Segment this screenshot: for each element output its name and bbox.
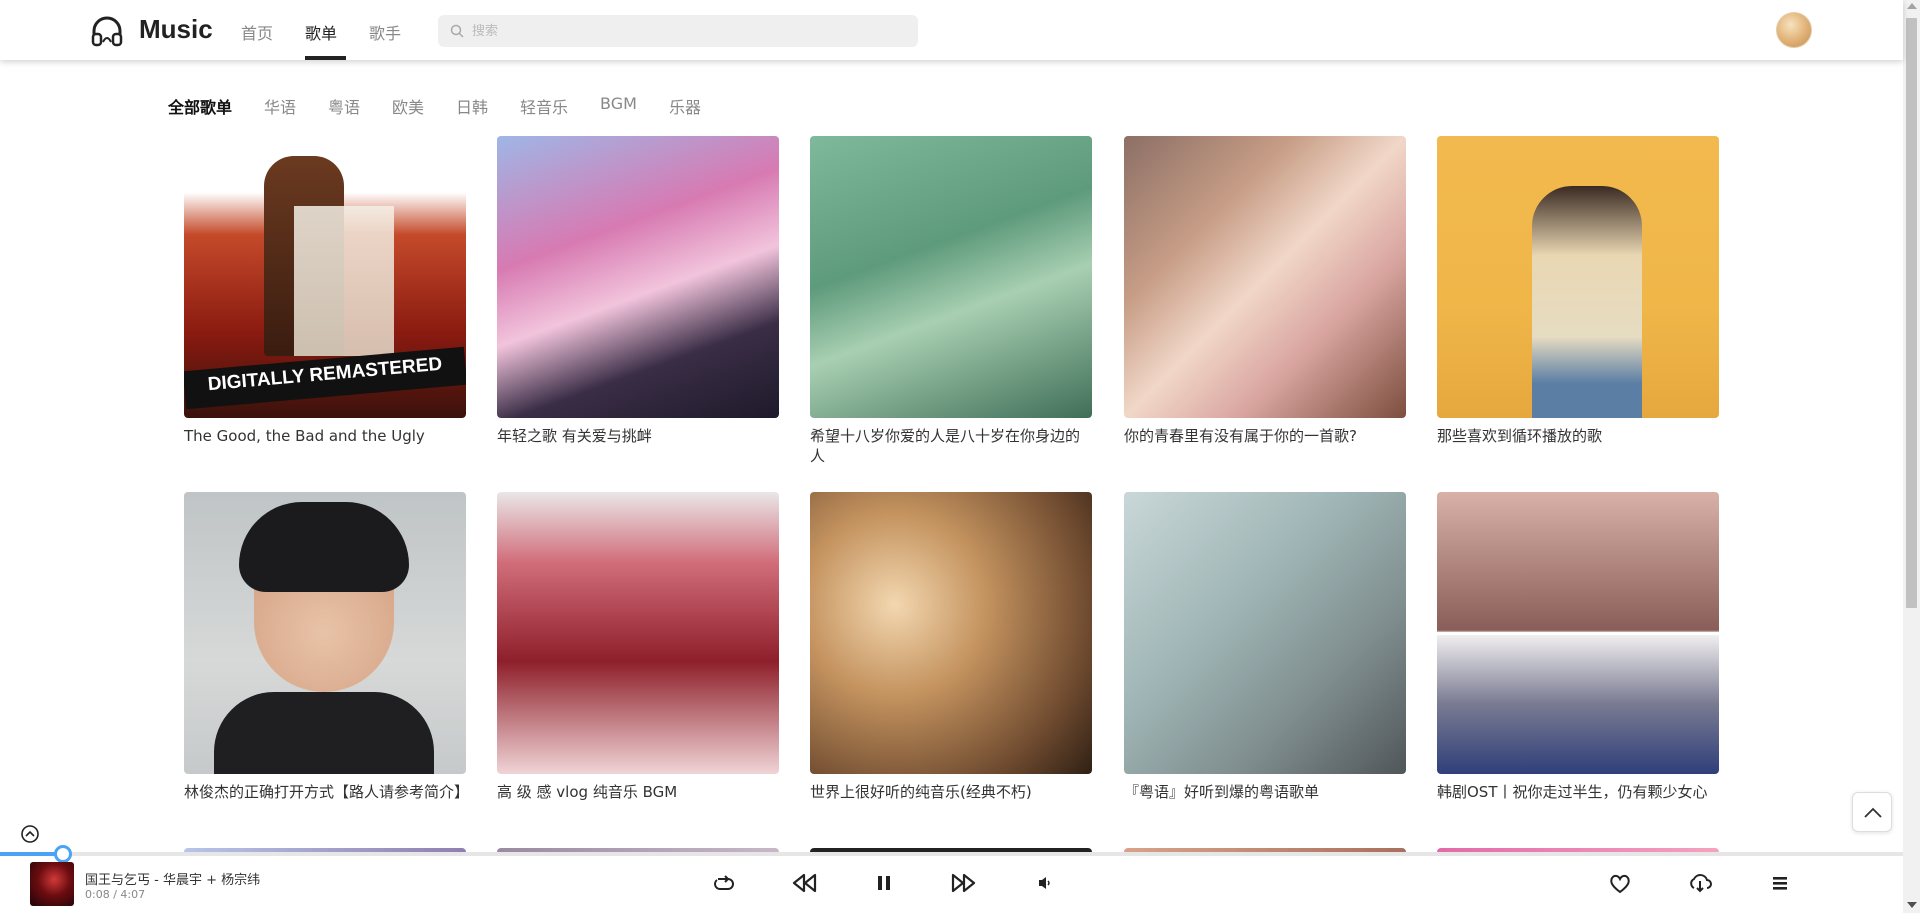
playlist-title[interactable]: 林俊杰的正确打开方式【路人请参考简介】	[184, 782, 469, 802]
playlist-title[interactable]: 希望十八岁你爱的人是八十岁在你身边的人	[810, 426, 1092, 466]
pause-icon	[878, 876, 890, 890]
category-instrument[interactable]: 乐器	[669, 94, 701, 118]
volume-icon	[1039, 877, 1050, 889]
playlist-card[interactable]: 你的青春里有没有属于你的一首歌?	[1124, 136, 1406, 446]
nav-active-indicator	[305, 56, 346, 60]
playlist-card[interactable]: 高 级 感 vlog 纯音乐 BGM	[497, 492, 779, 802]
playlist-title[interactable]: 那些喜欢到循环播放的歌	[1437, 426, 1719, 446]
heart-icon	[1610, 874, 1630, 894]
category-cantonese[interactable]: 粤语	[328, 94, 360, 118]
playlist-card[interactable]: DIGITALLY REMASTERED The Good, the Bad a…	[184, 136, 466, 446]
scroll-up-arrow-icon[interactable]	[1907, 3, 1917, 9]
logo-text: Music	[139, 14, 213, 44]
playlist-button[interactable]	[1766, 869, 1794, 897]
pause-button[interactable]	[870, 869, 898, 897]
playlist-card[interactable]: 年轻之歌 有关爱与挑衅	[497, 136, 779, 446]
progress-track[interactable]	[0, 852, 1903, 856]
playlist-cover[interactable]	[810, 492, 1092, 774]
category-western[interactable]: 欧美	[392, 94, 424, 118]
nav-playlists[interactable]: 歌单	[305, 20, 337, 44]
playlist-icon	[1773, 877, 1787, 890]
back-to-top-button[interactable]	[1852, 792, 1892, 832]
playlist-card[interactable]: 林俊杰的正确打开方式【路人请参考简介】	[184, 492, 469, 802]
category-jpkr[interactable]: 日韩	[456, 94, 488, 118]
now-playing-cover[interactable]	[30, 862, 74, 906]
top-header: Music 首页 歌单 歌手	[0, 0, 1903, 60]
progress-knob[interactable]	[54, 845, 72, 863]
playlist-cover[interactable]	[810, 136, 1092, 418]
search-box[interactable]	[438, 15, 918, 47]
playlist-card[interactable]: 韩剧OST丨祝你走过半生，仍有颗少女心	[1437, 492, 1719, 802]
playlist-cover[interactable]	[1124, 136, 1406, 418]
playlist-title[interactable]: 『粤语』好听到爆的粤语歌单	[1124, 782, 1406, 802]
headphones-logo-icon	[91, 16, 123, 47]
playlist-cover[interactable]	[1437, 136, 1719, 418]
playlist-title[interactable]: 世界上很好听的纯音乐(经典不朽)	[810, 782, 1092, 802]
previous-button[interactable]	[790, 869, 818, 897]
next-icon	[951, 873, 976, 893]
search-input[interactable]	[472, 15, 902, 47]
category-light-music[interactable]: 轻音乐	[520, 94, 568, 118]
playlist-card[interactable]: 『粤语』好听到爆的粤语歌单	[1124, 492, 1406, 802]
playlist-cover[interactable]	[497, 136, 779, 418]
playlist-cover[interactable]	[497, 492, 779, 774]
like-button[interactable]	[1606, 869, 1634, 897]
playlist-cover[interactable]	[184, 492, 466, 774]
playlist-card[interactable]: 那些喜欢到循环播放的歌	[1437, 136, 1719, 446]
download-icon	[1690, 874, 1712, 893]
download-button[interactable]	[1686, 869, 1714, 897]
nav-home[interactable]: 首页	[241, 20, 273, 44]
playlist-title[interactable]: 高 级 感 vlog 纯音乐 BGM	[497, 782, 779, 802]
category-all[interactable]: 全部歌单	[168, 94, 232, 118]
previous-icon	[792, 873, 817, 893]
chevron-up-icon	[1864, 807, 1882, 818]
scroll-down-arrow-icon[interactable]	[1907, 902, 1917, 908]
volume-button[interactable]	[1030, 869, 1058, 897]
search-icon	[450, 24, 464, 38]
playlist-cover[interactable]	[1124, 492, 1406, 774]
nav-artists[interactable]: 歌手	[369, 20, 401, 44]
now-playing-title: 国王与乞丐 - 华晨宇 + 杨宗纬	[85, 873, 261, 888]
playlist-title[interactable]: 韩剧OST丨祝你走过半生，仍有颗少女心	[1437, 782, 1719, 802]
user-avatar[interactable]	[1776, 12, 1812, 48]
playlist-card[interactable]: 希望十八岁你爱的人是八十岁在你身边的人	[810, 136, 1092, 466]
now-playing-time: 0:08 / 4:07	[85, 888, 146, 901]
next-button[interactable]	[950, 869, 978, 897]
playlist-title[interactable]: The Good, the Bad and the Ugly	[184, 426, 466, 446]
loop-button[interactable]	[710, 869, 738, 897]
category-chinese[interactable]: 华语	[264, 94, 296, 118]
playlist-card[interactable]: 世界上很好听的纯音乐(经典不朽)	[810, 492, 1092, 802]
category-bgm[interactable]: BGM	[600, 94, 637, 113]
playlist-title[interactable]: 年轻之歌 有关爱与挑衅	[497, 426, 779, 446]
playlist-cover[interactable]: DIGITALLY REMASTERED	[184, 136, 466, 418]
playlist-cover[interactable]	[1437, 492, 1719, 774]
playlist-title[interactable]: 你的青春里有没有属于你的一首歌?	[1124, 426, 1406, 446]
scrollbar-thumb[interactable]	[1906, 18, 1917, 608]
loop-icon	[714, 875, 734, 890]
collapse-player-icon[interactable]	[20, 824, 40, 844]
